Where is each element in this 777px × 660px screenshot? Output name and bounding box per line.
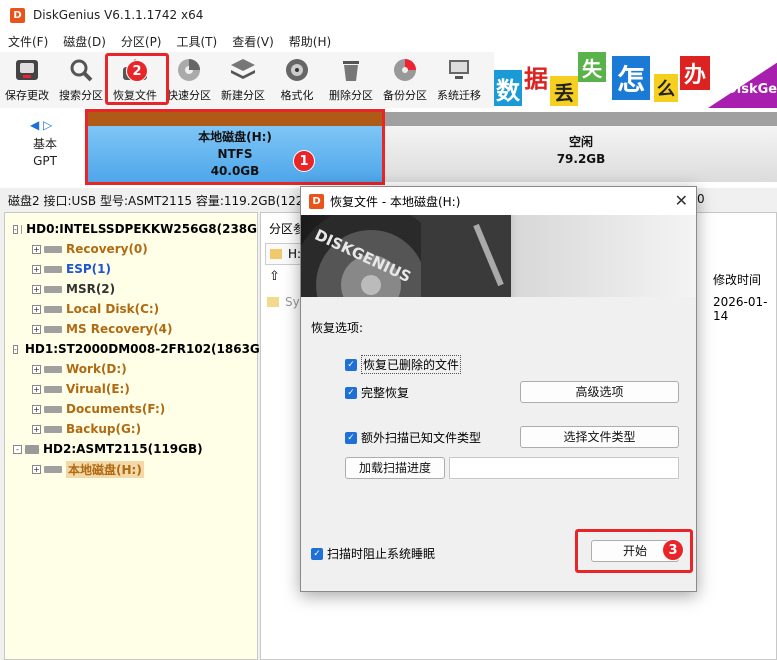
new-partition-button[interactable]: 新建分区 [216, 52, 270, 108]
menu-bar: 文件(F) 磁盘(D) 分区(P) 工具(T) 查看(V) 帮助(H) [0, 30, 777, 52]
partition-icon [44, 405, 62, 413]
dialog-title-bar: D 恢复文件 - 本地磁盘(H:) ✕ [301, 187, 696, 215]
partition-icon [44, 265, 62, 273]
search-partition-button[interactable]: 搜索分区 [54, 52, 108, 108]
prevent-sleep-checkbox[interactable]: ✓ 扫描时阻止系统睡眠 [311, 545, 435, 562]
path-bar: H: [265, 243, 305, 265]
save-disk-icon [12, 56, 42, 84]
recovery-options-label: 恢复选项: [311, 321, 364, 335]
dialog-banner-image: DISKGENIUS [301, 215, 696, 297]
hard-disk-icon [20, 224, 23, 234]
diskgenius-app-icon: D [309, 193, 324, 209]
disk-tree: - HD0:INTELSSDPEKKW256G8(238G + Recovery(0… [4, 212, 260, 660]
partition-icon [44, 325, 62, 333]
select-file-types-button[interactable]: 选择文件类型 [520, 426, 679, 448]
tree-partition[interactable]: + Virual(E:) [5, 379, 257, 399]
dialog-title: 恢复文件 - 本地磁盘(H:) [330, 194, 461, 209]
system-migration-button[interactable]: 系统迁移 [432, 52, 486, 108]
trash-icon [336, 56, 366, 84]
checkmark-icon: ✓ [345, 431, 357, 444]
migrate-icon [444, 56, 474, 84]
step-badge-1: 1 [293, 150, 315, 172]
save-changes-button[interactable]: 保存更改 [0, 52, 54, 108]
recover-deleted-checkbox[interactable]: ✓ 恢复已删除的文件 [345, 355, 462, 374]
quick-partition-button[interactable]: 快速分区 [162, 52, 216, 108]
checkmark-icon: ✓ [345, 386, 357, 399]
banner-tile: 丢 [550, 76, 578, 106]
load-scan-progress-button[interactable]: 加载扫描进度 [345, 457, 445, 479]
tree-partition[interactable]: + Recovery(0) [5, 239, 257, 259]
tree-partition[interactable]: + MSR(2) [5, 279, 257, 299]
partition-icon [44, 385, 62, 393]
tree-disk-hd1[interactable]: - HD1:ST2000DM008-2FR102(1863G [5, 339, 260, 359]
extra-scan-file-types-checkbox[interactable]: ✓ 额外扫描已知文件类型 [345, 429, 481, 446]
partition-icon [44, 245, 62, 253]
partition-icon [44, 425, 62, 433]
format-disk-icon [282, 56, 312, 84]
banner-tile: 失 [578, 52, 606, 82]
advanced-options-button[interactable]: 高级选项 [520, 381, 679, 403]
title-bar: D DiskGenius V6.1.1.1742 x64 [0, 0, 777, 30]
menu-view[interactable]: 查看(V) [224, 33, 281, 50]
tree-partition[interactable]: + Backup(G:) [5, 419, 257, 439]
backup-disk-icon [390, 56, 420, 84]
partition-icon [44, 285, 62, 293]
up-arrow-icon[interactable]: ⇧ [269, 269, 280, 284]
step-badge-3: 3 [662, 539, 684, 561]
free-space-block[interactable]: 空闲 79.2GB [385, 112, 777, 182]
folder-icon [270, 249, 282, 259]
banner-tile: 数 [494, 70, 522, 106]
hard-drive-illustration: DISKGENIUS [301, 215, 511, 297]
banner-tile: 么 [654, 74, 678, 102]
banner-brand-text: DiskGe [726, 82, 777, 97]
banner-tile: 办 [680, 56, 710, 90]
window-title: DiskGenius V6.1.1.1742 x64 [33, 8, 204, 22]
backup-partition-button[interactable]: 备份分区 [378, 52, 432, 108]
quick-partition-icon [174, 56, 204, 84]
scan-progress-path-field[interactable] [449, 457, 679, 479]
menu-tools[interactable]: 工具(T) [169, 33, 225, 50]
checkmark-icon: ✓ [311, 547, 323, 560]
full-recovery-checkbox[interactable]: ✓ 完整恢复 [345, 384, 409, 401]
partition-icon [44, 365, 62, 373]
format-button[interactable]: 格式化 [270, 52, 324, 108]
tree-disk-hd2[interactable]: - HD2:ASMT2115(119GB) [5, 439, 257, 459]
tree-partition-selected[interactable]: + 本地磁盘(H:) [5, 459, 257, 479]
delete-partition-button[interactable]: 删除分区 [324, 52, 378, 108]
tree-partition[interactable]: + MS Recovery(4) [5, 319, 257, 339]
menu-partition[interactable]: 分区(P) [113, 33, 169, 50]
layers-icon [228, 56, 258, 84]
menu-file[interactable]: 文件(F) [0, 33, 55, 50]
partition-icon [44, 305, 62, 313]
folder-icon [267, 297, 279, 307]
diskgenius-app-icon: D [10, 7, 25, 23]
disk-nav-arrows[interactable]: ◀ ▷ [30, 118, 52, 132]
disk-map: ◀ ▷ 基本 GPT 本地磁盘(H:) NTFS 40.0GB 1 空闲 79.… [0, 108, 777, 188]
disk-style-label: 基本 GPT [32, 137, 57, 168]
column-modified-time[interactable]: 修改时间 [713, 271, 761, 288]
close-icon[interactable]: ✕ [675, 191, 688, 210]
checkmark-icon: ✓ [345, 358, 357, 371]
step-badge-2: 2 [126, 60, 148, 82]
partition-block-h[interactable]: 本地磁盘(H:) NTFS 40.0GB [85, 109, 385, 185]
promo-banner[interactable]: 数 据 丢 失 怎 么 办 DiskGe [494, 52, 777, 108]
menu-help[interactable]: 帮助(H) [281, 33, 338, 50]
menu-disk[interactable]: 磁盘(D) [55, 33, 113, 50]
partition-icon [44, 465, 62, 473]
tree-partition[interactable]: + Documents(F:) [5, 399, 257, 419]
hard-disk-icon [25, 444, 39, 454]
banner-tile: 怎 [612, 56, 650, 100]
tree-partition[interactable]: + Local Disk(C:) [5, 299, 257, 319]
tree-partition[interactable]: + ESP(1) [5, 259, 257, 279]
banner-tile: 据 [522, 58, 550, 94]
magnifier-icon [66, 56, 96, 84]
tree-disk-hd0[interactable]: - HD0:INTELSSDPEKKW256G8(238G [5, 219, 257, 239]
banner-brand-shape [708, 62, 777, 108]
tree-partition[interactable]: + Work(D:) [5, 359, 257, 379]
